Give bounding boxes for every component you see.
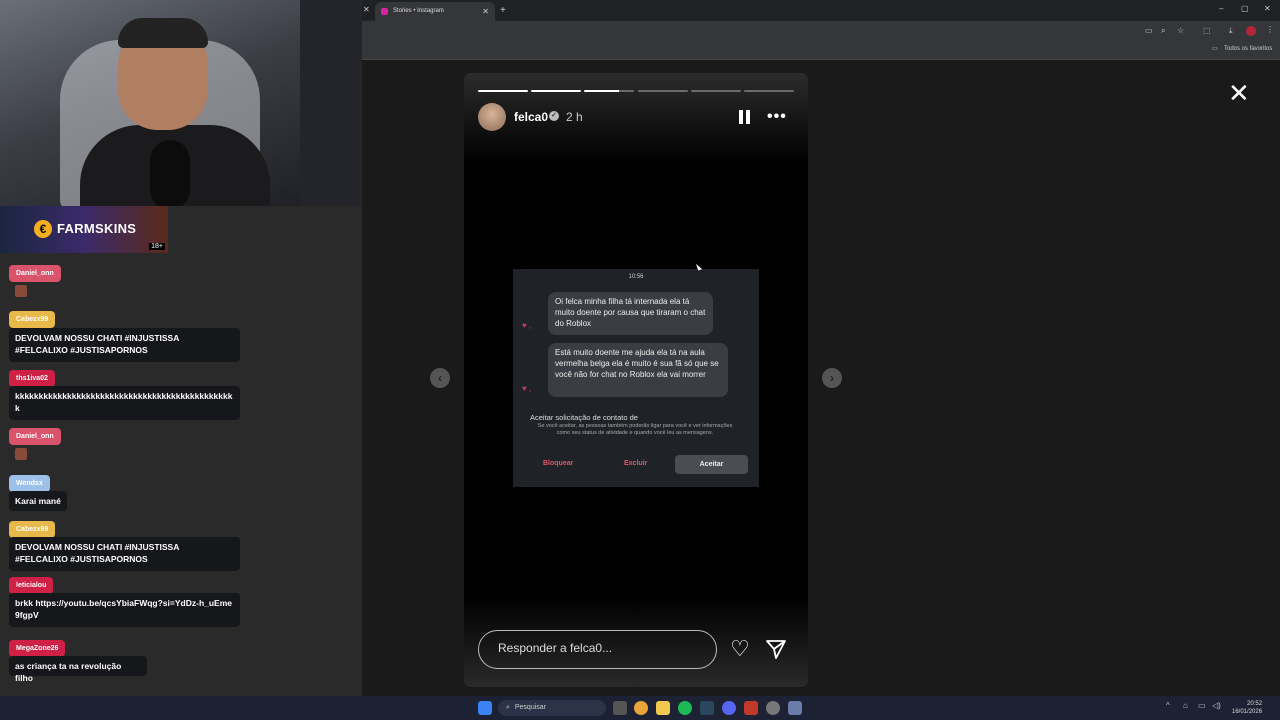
chat-username: Cabezx99	[9, 311, 56, 328]
address-toolbar	[362, 21, 1280, 42]
folder-icon: ▭	[1212, 46, 1218, 52]
message-bubble: Está muito doente me ajuda ela tá na aul…	[548, 343, 728, 397]
tab-stories-instagram[interactable]: Stories • Instagram ✕	[375, 2, 495, 21]
progress-segment	[584, 90, 635, 92]
emote-icon	[15, 448, 27, 460]
search-icon: ⌕	[506, 704, 510, 711]
instagram-icon	[381, 8, 388, 15]
chat-username: MegaZone26	[9, 640, 66, 657]
clock-time: 20:52	[1247, 701, 1263, 707]
tab-title: Stories • Instagram	[393, 8, 444, 14]
reply-input[interactable]	[496, 640, 700, 656]
discord-icon[interactable]	[722, 701, 736, 715]
clock-date: 16/01/2026	[1232, 709, 1263, 715]
progress-segment	[743, 90, 794, 92]
taskbar-search[interactable]: ⌕ Pesquisar	[498, 700, 606, 716]
accept-button: Aceitar	[675, 455, 748, 474]
heart-icon: ♥ ,	[522, 384, 532, 393]
block-button: Bloquear	[543, 460, 574, 467]
delete-button: Excluir	[624, 460, 648, 467]
chat-message: brkk https://youtu.be/qcsYbiaFWqg?si=YdD…	[9, 593, 240, 627]
monitor-icon[interactable]: ▭	[1198, 701, 1206, 710]
progress-segment	[637, 90, 688, 92]
window-close-button[interactable]: ✕	[1264, 4, 1271, 13]
chat-message: Karai mané	[9, 491, 67, 511]
chat-message: DEVOLVAM NOSSU CHATI #INJUSTISSA #FELCAL…	[9, 328, 240, 362]
more-options-button[interactable]: •••	[767, 108, 787, 126]
task-view-icon[interactable]	[613, 701, 627, 715]
verified-badge-icon: ✓	[549, 111, 559, 121]
app-icon[interactable]	[744, 701, 758, 715]
taskbar-clock[interactable]: 20:52 16/01/2026	[1232, 700, 1262, 716]
zoom-icon[interactable]: ⌕	[1161, 26, 1165, 36]
menu-icon[interactable]: ⋮	[1266, 25, 1274, 34]
chat-message: as criança ta na revolução filho	[9, 656, 147, 683]
chat-username: Daniel_onn	[9, 428, 61, 445]
chat-username: leticialou	[9, 577, 54, 594]
story-username[interactable]: felca0	[514, 110, 548, 124]
coin-icon: €	[34, 220, 52, 238]
sponsor-banner: € FARMSKINS 18+	[0, 206, 168, 253]
volume-icon[interactable]: ◁)	[1212, 701, 1221, 710]
file-explorer-icon[interactable]	[656, 701, 670, 715]
screenshot-clock: 10:56	[628, 274, 644, 280]
settings-gear-icon[interactable]	[788, 701, 802, 715]
request-description: Se você aceitar, as pessoas também poder…	[537, 423, 733, 436]
star-icon[interactable]: ☆	[1177, 26, 1184, 35]
like-heart-icon[interactable]: ♡	[730, 638, 750, 660]
chat-message: kkkkkkkkkkkkkkkkkkkkkkkkkkkkkkkkkkkkkkkk…	[9, 386, 240, 420]
all-bookmarks-folder[interactable]: Todos os favoritos	[1224, 46, 1272, 52]
search-label: Pesquisar	[514, 704, 547, 711]
progress-segment	[531, 90, 582, 92]
send-icon[interactable]	[765, 638, 787, 660]
webcam-overlay	[0, 0, 362, 206]
steam-icon[interactable]	[700, 701, 714, 715]
previous-story-button[interactable]: ‹	[430, 368, 450, 388]
heart-icon: ♥ ,	[522, 321, 532, 330]
network-icon[interactable]: ⌂	[1183, 701, 1188, 710]
pause-button[interactable]	[739, 110, 751, 124]
close-story-button[interactable]: ✕	[1228, 80, 1250, 106]
next-story-button[interactable]: ›	[822, 368, 842, 388]
obs-icon[interactable]	[766, 701, 780, 715]
avatar[interactable]	[478, 103, 506, 131]
download-icon[interactable]: ⤓	[1229, 26, 1233, 36]
reply-field[interactable]	[478, 630, 717, 669]
bookmarks-bar	[362, 42, 1280, 60]
extensions-icon[interactable]: ⬚	[1203, 26, 1211, 35]
spotify-icon[interactable]	[678, 701, 692, 715]
maximize-button[interactable]: ▢	[1241, 4, 1249, 13]
progress-segment	[690, 90, 741, 92]
chat-message: DEVOLVAM NOSSU CHATI #INJUSTISSA #FELCAL…	[9, 537, 240, 571]
cast-icon[interactable]: ▭	[1145, 26, 1153, 35]
chat-username: Daniel_onn	[9, 265, 61, 282]
minimize-button[interactable]: –	[1219, 4, 1223, 13]
chat-username: Wendsx	[9, 475, 50, 492]
start-icon[interactable]	[478, 701, 492, 715]
chrome-icon[interactable]	[634, 701, 648, 715]
new-tab-button[interactable]: +	[500, 5, 506, 16]
profile-avatar[interactable]	[1246, 26, 1256, 36]
age-rating: 18+	[149, 243, 165, 250]
emote-icon	[15, 285, 27, 297]
sponsor-name: FARMSKINS	[57, 221, 137, 236]
message-bubble: Oi felca minha filha tá internada ela tá…	[548, 292, 713, 335]
progress-segment	[478, 90, 529, 92]
close-icon[interactable]: ✕	[363, 5, 370, 14]
chevron-up-icon[interactable]: ^	[1166, 701, 1170, 710]
story-time: 2 h	[566, 110, 583, 124]
request-title: Aceitar solicitação de contato de	[530, 413, 638, 422]
chat-username: Cabezx99	[9, 521, 56, 538]
tab-close-button[interactable]: ✕	[482, 2, 489, 21]
chat-username: ths1iva02	[9, 370, 55, 387]
